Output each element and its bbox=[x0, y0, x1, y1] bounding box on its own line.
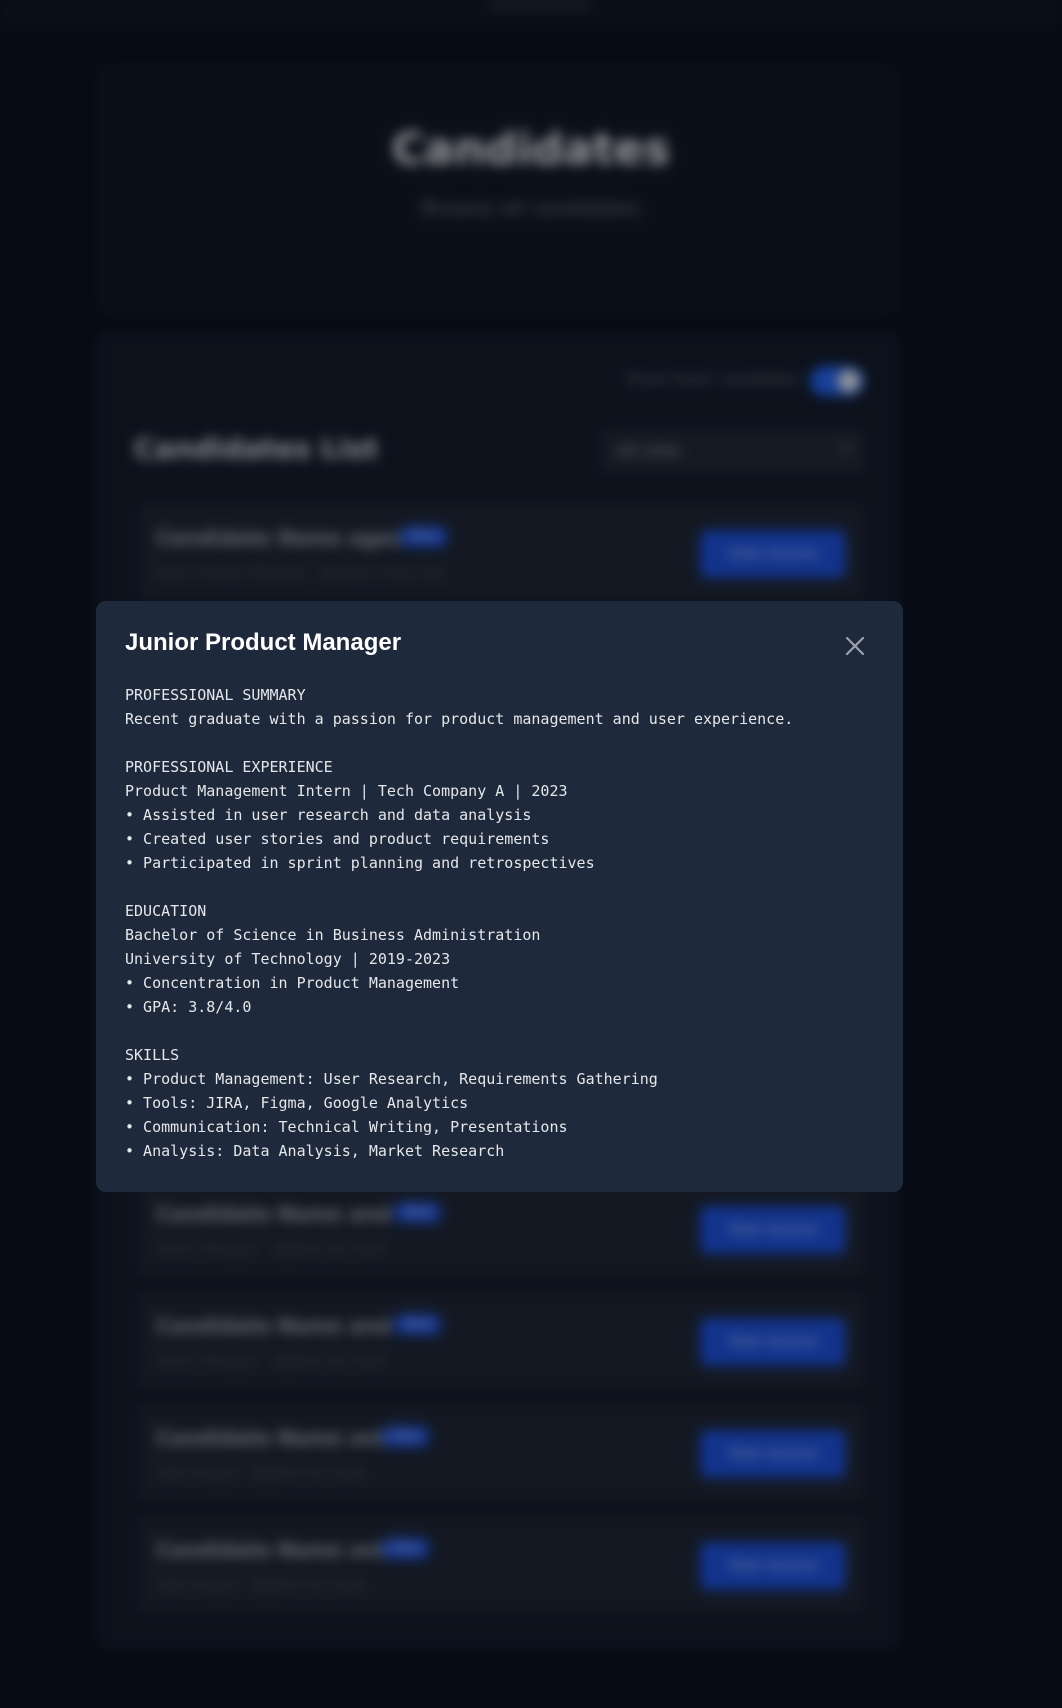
resume-text: PROFESSIONAL SUMMARY Recent graduate wit… bbox=[125, 686, 794, 1160]
close-icon[interactable] bbox=[842, 633, 868, 659]
resume-modal: Junior Product Manager PROFESSIONAL SUMM… bbox=[96, 601, 903, 1192]
modal-title: Junior Product Manager bbox=[125, 629, 402, 656]
